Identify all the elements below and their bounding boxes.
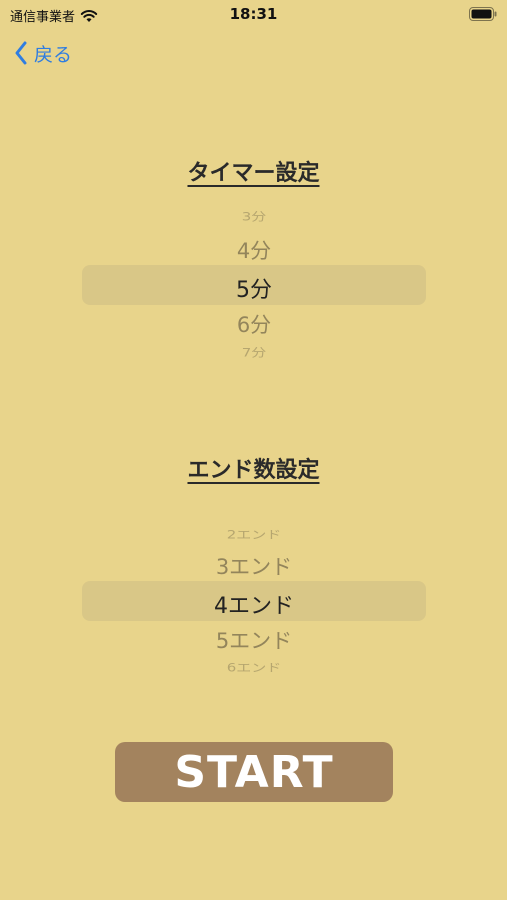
- timer-picker[interactable]: 3分 4分 5分 6分 7分: [82, 202, 426, 362]
- timer-option[interactable]: 6分: [82, 309, 426, 339]
- start-label: START: [174, 746, 334, 798]
- ends-option[interactable]: 2エンド: [82, 527, 426, 543]
- ends-option[interactable]: 6エンド: [82, 660, 426, 676]
- timer-title: タイマー設定: [187, 161, 320, 186]
- ends-option[interactable]: 3エンド: [82, 551, 426, 581]
- timer-option[interactable]: 7分: [82, 345, 426, 361]
- ends-picker[interactable]: 2エンド 3エンド 4エンド 5エンド 6エンド: [82, 520, 426, 680]
- start-button[interactable]: START: [115, 742, 393, 802]
- status-bar: 通信事業者 18:31: [0, 0, 507, 28]
- battery-icon: [469, 7, 497, 21]
- ends-title: エンド数設定: [187, 458, 320, 483]
- back-label: 戻る: [34, 43, 73, 66]
- ends-option[interactable]: 5エンド: [82, 625, 426, 655]
- timer-option[interactable]: 4分: [82, 235, 426, 265]
- timer-option-selected[interactable]: 5分: [82, 272, 426, 304]
- clock: 18:31: [229, 5, 278, 23]
- chevron-left-icon: [15, 41, 27, 65]
- ends-option-selected[interactable]: 4エンド: [82, 588, 426, 620]
- back-button[interactable]: 戻る: [14, 38, 72, 68]
- timer-option[interactable]: 3分: [82, 209, 426, 225]
